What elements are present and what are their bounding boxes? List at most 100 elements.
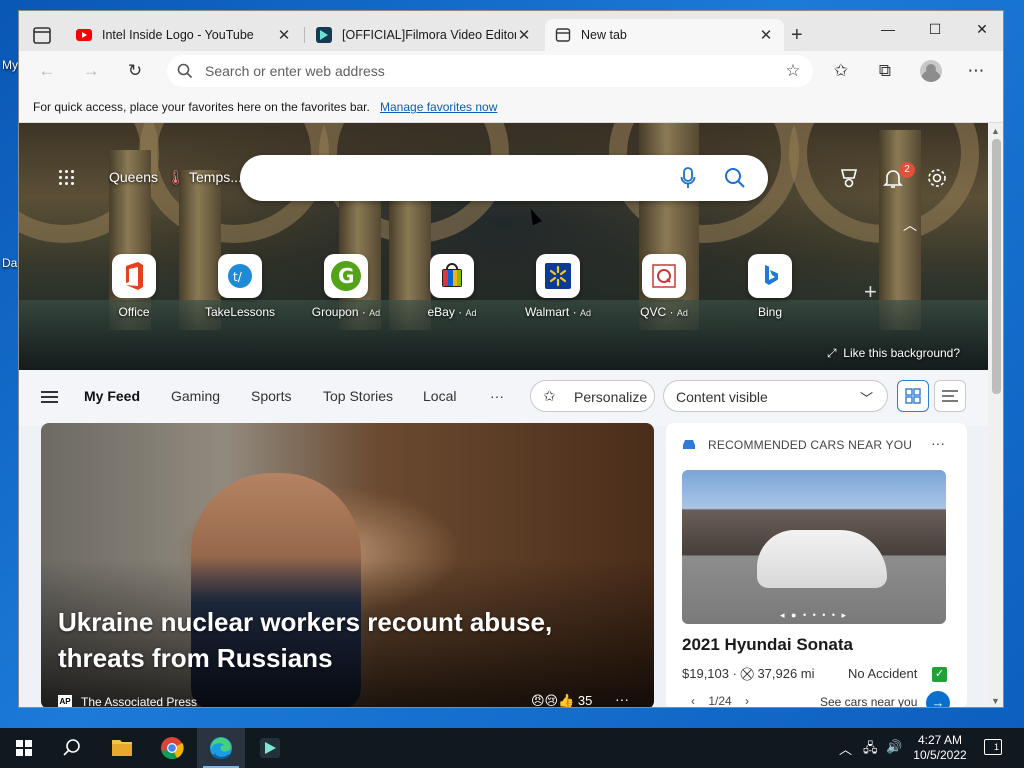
windows-start-icon[interactable] — [16, 740, 32, 756]
file-explorer-app[interactable] — [98, 728, 146, 768]
close-tab-icon[interactable]: ✕ — [276, 26, 292, 44]
clock[interactable]: 4:27 AM 10/5/2022 — [905, 733, 975, 763]
desktop-icon-label[interactable]: My — [2, 58, 18, 72]
news-headline[interactable]: Ukraine nuclear workers recount abuse, t… — [58, 604, 618, 676]
desktop-icon-label[interactable]: Da — [2, 256, 17, 270]
volume-icon[interactable]: 🔊 — [886, 739, 902, 755]
tab-actions-icon[interactable] — [29, 23, 55, 49]
more-tabs-button[interactable]: ··· — [490, 388, 504, 404]
add-favorite-icon[interactable]: ☆ — [783, 61, 803, 81]
grid-view-button[interactable] — [897, 380, 929, 412]
filmora-app[interactable] — [246, 728, 294, 768]
clock-date: 10/5/2022 — [913, 748, 967, 762]
feed-navigation: My Feed Gaming Sports Top Stories Local … — [19, 370, 988, 426]
tab-youtube[interactable]: Intel Inside Logo - YouTube ✕ — [66, 19, 302, 51]
more-options-icon[interactable]: ··· — [931, 435, 945, 451]
manage-favorites-link[interactable]: Manage favorites now — [380, 100, 497, 114]
scroll-down-arrow-icon[interactable]: ▼ — [991, 696, 1000, 706]
edge-app[interactable] — [197, 728, 245, 768]
svg-text:G: G — [338, 264, 354, 288]
cars-card-title: RECOMMENDED CARS NEAR YOU — [708, 438, 913, 452]
car-price-mileage: $19,103 · ⛒ 37,926 mi — [682, 666, 815, 681]
settings-more-icon[interactable]: ⋯ — [964, 59, 988, 83]
rewards-icon[interactable] — [837, 166, 861, 190]
new-tab-button[interactable]: + — [791, 25, 803, 45]
source-logo-icon: AP — [58, 695, 72, 707]
office-icon — [126, 262, 143, 290]
tab-my-feed[interactable]: My Feed — [84, 388, 140, 404]
quick-link-bing[interactable] — [748, 254, 792, 298]
arrow-right-icon[interactable]: → — [926, 691, 950, 707]
menu-icon[interactable] — [41, 391, 58, 403]
back-button[interactable]: ← — [35, 59, 59, 83]
location-label[interactable]: Queens — [109, 169, 158, 185]
quick-link-label: Office — [118, 305, 150, 319]
close-tab-icon[interactable]: ✕ — [758, 26, 774, 44]
car-pager[interactable]: ‹ 1/24 › — [691, 694, 749, 707]
quick-link-office[interactable] — [112, 254, 156, 298]
car-photo[interactable]: ◂ ● • • • • ▸ — [682, 470, 946, 624]
chevron-up-icon[interactable]: ︿ — [839, 739, 852, 758]
page-scrollbar[interactable]: ▲ ▼ — [988, 123, 1003, 707]
add-quick-link-button[interactable]: + — [864, 279, 877, 305]
recommended-cars-card: RECOMMENDED CARS NEAR YOU ··· ◂ ● • • • … — [666, 423, 967, 707]
favorites-icon[interactable]: ✩ — [829, 59, 853, 83]
quick-link-takelessons[interactable]: t/ — [218, 254, 262, 298]
quick-link-groupon[interactable]: G — [324, 254, 368, 298]
quick-link-label: QVC · Ad — [640, 305, 688, 319]
profile-avatar[interactable] — [920, 60, 942, 82]
quick-link-ebay[interactable] — [430, 254, 474, 298]
quick-link-walmart[interactable] — [536, 254, 580, 298]
more-options-icon[interactable]: ··· — [615, 691, 629, 707]
forward-button[interactable]: → — [79, 59, 103, 83]
carousel-dots[interactable]: ◂ ● • • • • ▸ — [780, 610, 848, 621]
scroll-up-arrow-icon[interactable]: ▲ — [991, 126, 1000, 136]
search-icon — [177, 63, 193, 79]
list-view-button[interactable] — [934, 380, 966, 412]
chrome-app[interactable] — [148, 728, 196, 768]
microphone-icon[interactable] — [680, 167, 696, 189]
see-cars-link[interactable]: See cars near you — [820, 695, 917, 707]
tab-gaming[interactable]: Gaming — [171, 388, 220, 404]
apps-launcher-icon[interactable] — [59, 170, 75, 186]
maximize-button[interactable]: ☐ — [912, 15, 958, 43]
search-icon[interactable] — [724, 167, 746, 189]
like-background-link[interactable]: ⤢ Like this background? — [827, 346, 960, 361]
takelessons-icon: t/ — [228, 264, 252, 288]
reaction-emoji-icon: 😠😢👍 — [531, 693, 575, 708]
notification-center-icon[interactable]: 1 — [984, 739, 1002, 755]
tab-local[interactable]: Local — [423, 388, 456, 404]
folder-icon — [112, 740, 132, 756]
news-source[interactable]: The Associated Press — [81, 695, 197, 707]
weather-label[interactable]: Temps... — [189, 169, 242, 185]
close-window-button[interactable]: ✕ — [959, 15, 1003, 43]
ad-badge: Ad — [579, 308, 591, 318]
collapse-chevron-icon[interactable]: ︿ — [903, 215, 917, 235]
tab-sports[interactable]: Sports — [251, 388, 291, 404]
news-card[interactable]: Ukraine nuclear workers recount abuse, t… — [41, 423, 654, 708]
browser-window: Intel Inside Logo - YouTube ✕ [OFFICIAL]… — [18, 10, 1004, 708]
collections-icon[interactable]: ⧉ — [873, 59, 897, 83]
web-search-box[interactable] — [240, 155, 768, 201]
tab-top-stories[interactable]: Top Stories — [323, 388, 393, 404]
address-input[interactable]: Search or enter web address — [205, 63, 385, 79]
close-tab-icon[interactable]: ✕ — [516, 26, 532, 44]
refresh-button[interactable]: ↻ — [123, 59, 147, 83]
gear-icon[interactable] — [925, 166, 949, 190]
content-visibility-dropdown[interactable]: Content visible ﹀ — [663, 380, 888, 412]
address-bar[interactable]: Search or enter web address ☆ — [167, 55, 813, 87]
car-name[interactable]: 2021 Hyundai Sonata — [682, 635, 853, 655]
quick-link-label: eBay · Ad — [427, 305, 477, 319]
background-image: Queens 🌡 Temps... 2 ︿ t/ G Office TakeLe… — [19, 123, 988, 370]
search-icon[interactable] — [62, 738, 82, 758]
tab-separator — [304, 27, 305, 43]
tab-new-tab[interactable]: New tab ✕ — [545, 19, 784, 51]
quick-link-qvc[interactable] — [642, 254, 686, 298]
tab-filmora[interactable]: [OFFICIAL]Filmora Video Editor ( ✕ — [306, 19, 542, 51]
personalize-button[interactable]: ✩ Personalize — [530, 380, 655, 412]
reactions[interactable]: 😠😢👍 35 — [531, 693, 592, 708]
minimize-button[interactable]: — — [865, 15, 911, 43]
quick-link-label: Walmart · Ad — [525, 305, 591, 319]
scroll-thumb[interactable] — [992, 139, 1001, 394]
network-icon[interactable]: 🖧 — [863, 739, 878, 761]
